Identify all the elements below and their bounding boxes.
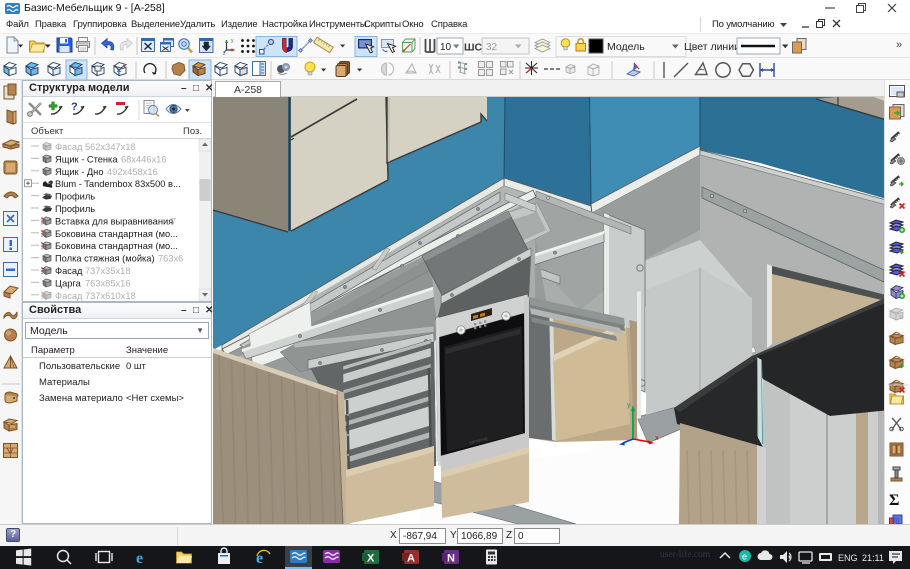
svg-text:user-life.com: user-life.com [660,549,711,560]
svg-text:Фасад: Фасад [55,142,83,152]
svg-text:?: ? [71,101,78,113]
svg-text:737х35х18: 737х35х18 [85,266,131,276]
svg-text:Фасад: Фасад [55,266,83,276]
svg-text:Σ: Σ [889,492,899,509]
svg-text:e: e [136,550,143,567]
svg-text:68х446х16: 68х446х16 [121,154,167,164]
svg-text:X: X [367,553,375,565]
svg-text:ШС: ШС [464,42,483,54]
svg-text:32: 32 [486,42,498,53]
svg-text:737х610х18: 737х610х18 [85,291,136,301]
svg-text:Ящик - Дно: Ящик - Дно [55,167,104,177]
svg-text:e: e [742,552,747,562]
svg-text:562х347х18: 562х347х18 [85,142,136,152]
svg-text:y: y [231,38,234,44]
svg-text:Цвет линии: Цвет линии [684,41,740,53]
svg-text:7: 7 [171,216,176,226]
svg-text:763х6: 763х6 [158,254,183,264]
svg-text:ENG: ENG [838,553,858,563]
svg-text:Профиль: Профиль [55,204,95,214]
svg-text:A: A [407,553,415,565]
svg-text:10: 10 [440,42,452,53]
svg-text:21:11: 21:11 [862,553,884,563]
svg-text:Боковина стандартная (мо...: Боковина стандартная (мо... [55,241,178,251]
svg-text:Модель: Модель [607,41,645,53]
svg-text:y: y [627,402,631,409]
svg-text:Царга: Царга [55,278,82,288]
svg-text:492х458х16: 492х458х16 [107,167,158,177]
svg-text:Профиль: Профиль [55,192,95,202]
svg-text:Полка стяжная (мойка): Полка стяжная (мойка) [55,254,155,264]
svg-text:763х85х16: 763х85х16 [85,278,131,288]
svg-text:Ящик - Стенка: Ящик - Стенка [55,154,118,164]
svg-text:N: N [447,553,455,565]
svg-text:x: x [655,435,659,442]
svg-text:Blum - Tandembox 83х500 в...: Blum - Tandembox 83х500 в... [55,179,181,189]
svg-text:Фасад: Фасад [55,291,83,301]
svg-text:Вставка для выравнивания: Вставка для выравнивания [55,216,173,226]
svg-text:e: e [256,550,263,567]
svg-text:»: » [896,39,902,51]
svg-text:Боковина стандартная (мо...: Боковина стандартная (мо... [55,229,178,239]
